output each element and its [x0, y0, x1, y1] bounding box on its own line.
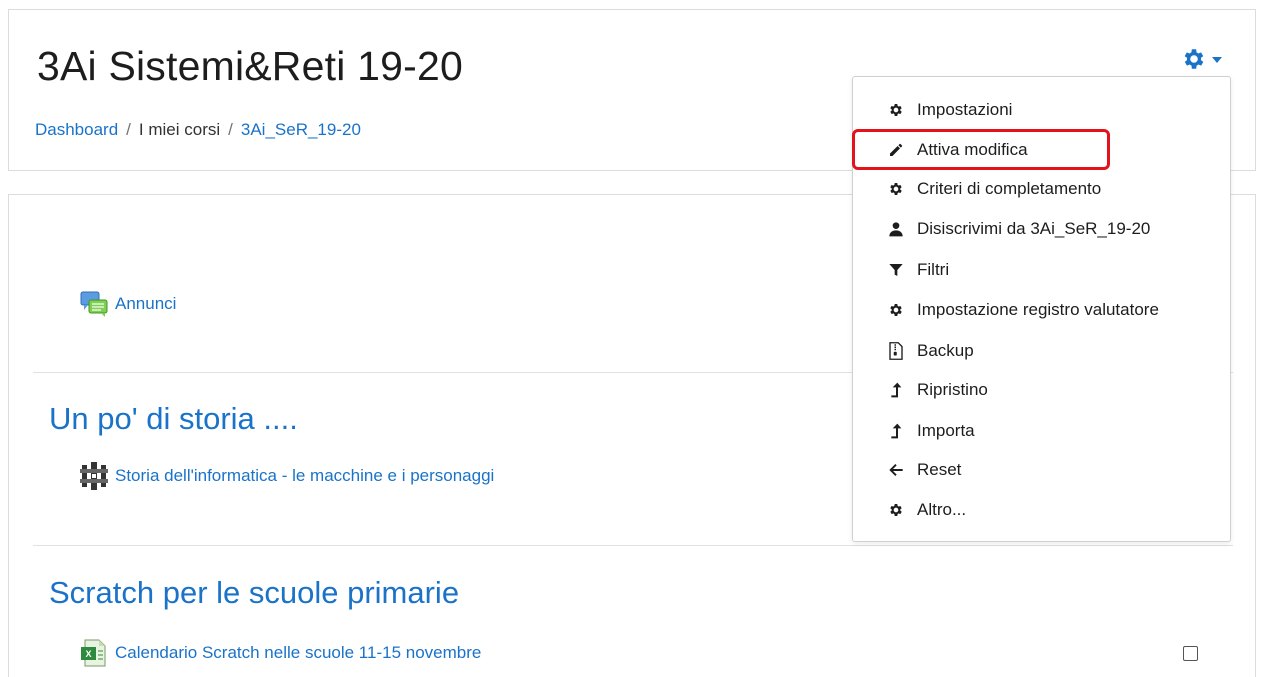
- course-page: 3Ai Sistemi&Reti 19-20 Dashboard / I mie…: [0, 0, 1274, 677]
- menu-item-label: Importa: [917, 421, 975, 440]
- menu-item-label: Backup: [917, 341, 974, 360]
- activity-storia[interactable]: Storia dell'informatica - le macchine e …: [79, 461, 494, 491]
- menu-item-filtri[interactable]: Filtri: [853, 253, 1230, 287]
- spreadsheet-file-icon: X: [81, 639, 106, 667]
- menu-item-label: Criteri di completamento: [917, 179, 1102, 198]
- breadcrumb-my-courses: I miei corsi: [138, 120, 221, 139]
- menu-item-attiva-modifica[interactable]: Attiva modifica: [853, 133, 1230, 167]
- gear-icon: [887, 101, 905, 119]
- menu-item-label: Reset: [917, 460, 962, 479]
- upload-arrow-icon: [887, 422, 905, 440]
- activity-link[interactable]: Storia dell'informatica - le macchine e …: [115, 466, 494, 486]
- section-divider: [33, 545, 1233, 546]
- menu-item-label: Ripristino: [917, 380, 988, 399]
- activity-link[interactable]: Calendario Scratch nelle scuole 11-15 no…: [115, 643, 481, 663]
- menu-item-label: Filtri: [917, 260, 950, 279]
- breadcrumb: Dashboard / I miei corsi / 3Ai_SeR_19-20: [35, 120, 361, 140]
- gear-icon: [1184, 49, 1204, 69]
- menu-item-impostazioni[interactable]: Impostazioni: [853, 93, 1230, 127]
- completion-checkbox[interactable]: [1183, 646, 1198, 661]
- activity-announcements[interactable]: Annunci: [79, 289, 176, 319]
- arrow-left-icon: [887, 461, 905, 479]
- menu-item-label: Impostazioni: [917, 100, 1013, 119]
- section-title: Un po' di storia ....: [49, 401, 298, 436]
- breadcrumb-course-link[interactable]: 3Ai_SeR_19-20: [241, 120, 361, 140]
- menu-item-altro[interactable]: Altro...: [853, 493, 1230, 527]
- forum-icon: [80, 291, 108, 317]
- chevron-down-icon: [1212, 57, 1222, 63]
- archive-file-icon: [887, 342, 905, 360]
- activity-link[interactable]: Annunci: [115, 294, 176, 314]
- activity-calendario[interactable]: X Calendario Scratch nelle scuole 11-15 …: [79, 638, 481, 668]
- menu-item-disiscrivimi[interactable]: Disiscrivimi da 3Ai_SeR_19-20: [853, 212, 1230, 246]
- pencil-icon: [887, 141, 905, 159]
- filter-icon: [887, 261, 905, 279]
- breadcrumb-separator: /: [228, 120, 233, 139]
- menu-item-backup[interactable]: Backup: [853, 334, 1230, 368]
- course-actions-toggle[interactable]: [1181, 46, 1222, 72]
- menu-item-label: Disiscrivimi da 3Ai_SeR_19-20: [917, 219, 1151, 238]
- menu-item-criteri-completamento[interactable]: Criteri di completamento: [853, 172, 1230, 206]
- menu-item-label: Impostazione registro valutatore: [917, 300, 1159, 319]
- section-title: Scratch per le scuole primarie: [49, 575, 460, 610]
- menu-item-importa[interactable]: Importa: [853, 414, 1230, 448]
- menu-item-label: Attiva modifica: [917, 140, 1028, 159]
- menu-item-registro-valutatore[interactable]: Impostazione registro valutatore: [853, 293, 1230, 327]
- gear-icon: [887, 301, 905, 319]
- menu-item-label: Altro...: [917, 500, 967, 519]
- menu-item-ripristino[interactable]: Ripristino: [853, 373, 1230, 407]
- upload-arrow-icon: [887, 381, 905, 399]
- menu-item-reset[interactable]: Reset: [853, 453, 1230, 487]
- breadcrumb-separator: /: [126, 120, 131, 139]
- gear-icon: [887, 501, 905, 519]
- scorm-package-icon: [80, 462, 108, 490]
- user-icon: [887, 220, 905, 238]
- gear-icon: [887, 180, 905, 198]
- svg-text:X: X: [85, 649, 91, 659]
- breadcrumb-dashboard-link[interactable]: Dashboard: [35, 120, 118, 140]
- course-actions-menu: Impostazioni Attiva modifica Criteri di …: [852, 76, 1231, 542]
- page-title: 3Ai Sistemi&Reti 19-20: [37, 43, 463, 89]
